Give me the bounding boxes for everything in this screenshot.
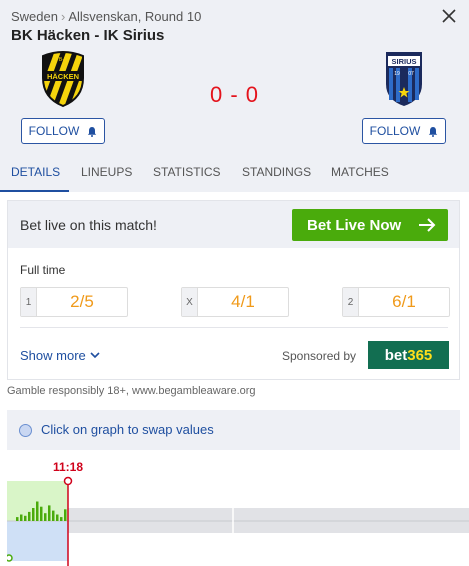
tab-standings[interactable]: STANDINGS — [242, 165, 311, 179]
pressure-bar — [60, 517, 63, 521]
market-label: Full time — [20, 263, 66, 277]
arrow-right-icon — [419, 218, 436, 232]
pressure-bar — [56, 514, 59, 521]
home-logo-text: HÄCKEN — [47, 72, 79, 81]
pressure-bar — [64, 509, 67, 521]
close-icon[interactable] — [439, 6, 459, 26]
odds-value: 6/1 — [358, 288, 449, 316]
breadcrumb-separator: › — [60, 9, 66, 24]
graph-current-time: 11:18 — [53, 460, 83, 474]
odds-key: 1 — [21, 288, 36, 316]
home-logo-text-top: B·K — [59, 57, 68, 63]
follow-home-label: FOLLOW — [28, 124, 80, 138]
active-tab-indicator — [0, 190, 69, 192]
swap-values-hint[interactable]: Click on graph to swap values — [7, 410, 460, 450]
away-logo-year-left: 19 — [394, 71, 400, 77]
follow-away-label: FOLLOW — [369, 124, 421, 138]
odds-value: 4/1 — [197, 288, 288, 316]
pressure-bar — [52, 510, 55, 521]
odds-away-win[interactable]: 2 6/1 — [342, 287, 450, 317]
kickoff-marker — [7, 554, 13, 562]
show-more-button[interactable]: Show more — [20, 348, 100, 363]
tab-statistics[interactable]: STATISTICS — [153, 165, 221, 179]
match-header: Sweden › Allsvenskan, Round 10 BK Häcken -… — [0, 0, 469, 192]
follow-home-button[interactable]: FOLLOW — [21, 118, 105, 144]
sponsored-by-label: Sponsored by — [282, 349, 357, 363]
radio-icon — [19, 424, 32, 437]
divider — [20, 327, 448, 328]
pressure-bar — [40, 506, 43, 521]
gamble-responsibly-notice: Gamble responsibly 18+, www.begambleawar… — [7, 385, 256, 397]
betting-card: Bet live on this match! Bet Live Now Ful… — [7, 200, 460, 380]
sponsor-logo-part2: 365 — [407, 346, 433, 364]
bet-live-now-label: Bet Live Now — [307, 216, 402, 234]
away-logo-text: SIRIUS — [391, 57, 416, 66]
pressure-bar — [20, 514, 23, 521]
tab-lineups[interactable]: LINEUPS — [81, 165, 132, 179]
sponsor-logo-part1: bet — [384, 346, 408, 364]
show-more-label: Show more — [20, 348, 86, 363]
pressure-bar — [28, 511, 31, 521]
pressure-bar — [48, 505, 51, 521]
odds-key: X — [182, 288, 197, 316]
breadcrumb-country[interactable]: Sweden — [11, 9, 58, 24]
tab-bar: DETAILS LINEUPS STATISTICS STANDINGS MAT… — [0, 152, 469, 192]
odds-draw[interactable]: X 4/1 — [181, 287, 289, 317]
pressure-bar — [24, 515, 27, 521]
current-time-marker — [63, 476, 73, 486]
odds-home-win[interactable]: 1 2/5 — [20, 287, 128, 317]
bell-icon — [429, 126, 438, 137]
tab-details[interactable]: DETAILS — [11, 165, 60, 179]
odds-value: 2/5 — [36, 288, 127, 316]
bell-icon — [88, 126, 97, 137]
tab-matches[interactable]: MATCHES — [331, 165, 389, 179]
pressure-bar — [32, 508, 35, 521]
breadcrumb-competition[interactable]: Allsvenskan, Round 10 — [68, 9, 201, 24]
away-pressure-zone — [7, 521, 68, 561]
away-logo-year-right: 07 — [408, 71, 414, 77]
pressure-bar — [16, 517, 19, 521]
match-title: BK Häcken - IK Sirius — [11, 27, 165, 44]
bet365-logo[interactable]: bet 365 — [368, 341, 449, 369]
follow-away-button[interactable]: FOLLOW — [362, 118, 446, 144]
chevron-down-icon — [90, 352, 100, 359]
pressure-bar — [36, 501, 39, 521]
match-score: 0 - 0 — [209, 82, 260, 107]
betting-headline: Bet live on this match! — [20, 217, 157, 233]
odds-key: 2 — [343, 288, 358, 316]
match-momentum-graph[interactable]: 11:18 — [7, 458, 469, 566]
betting-banner: Bet live on this match! Bet Live Now — [8, 201, 459, 248]
pressure-bar — [44, 513, 47, 521]
breadcrumb: Sweden › Allsvenskan, Round 10 — [11, 9, 201, 24]
bet-live-now-button[interactable]: Bet Live Now — [292, 209, 448, 241]
swap-hint-text: Click on graph to swap values — [41, 422, 214, 437]
